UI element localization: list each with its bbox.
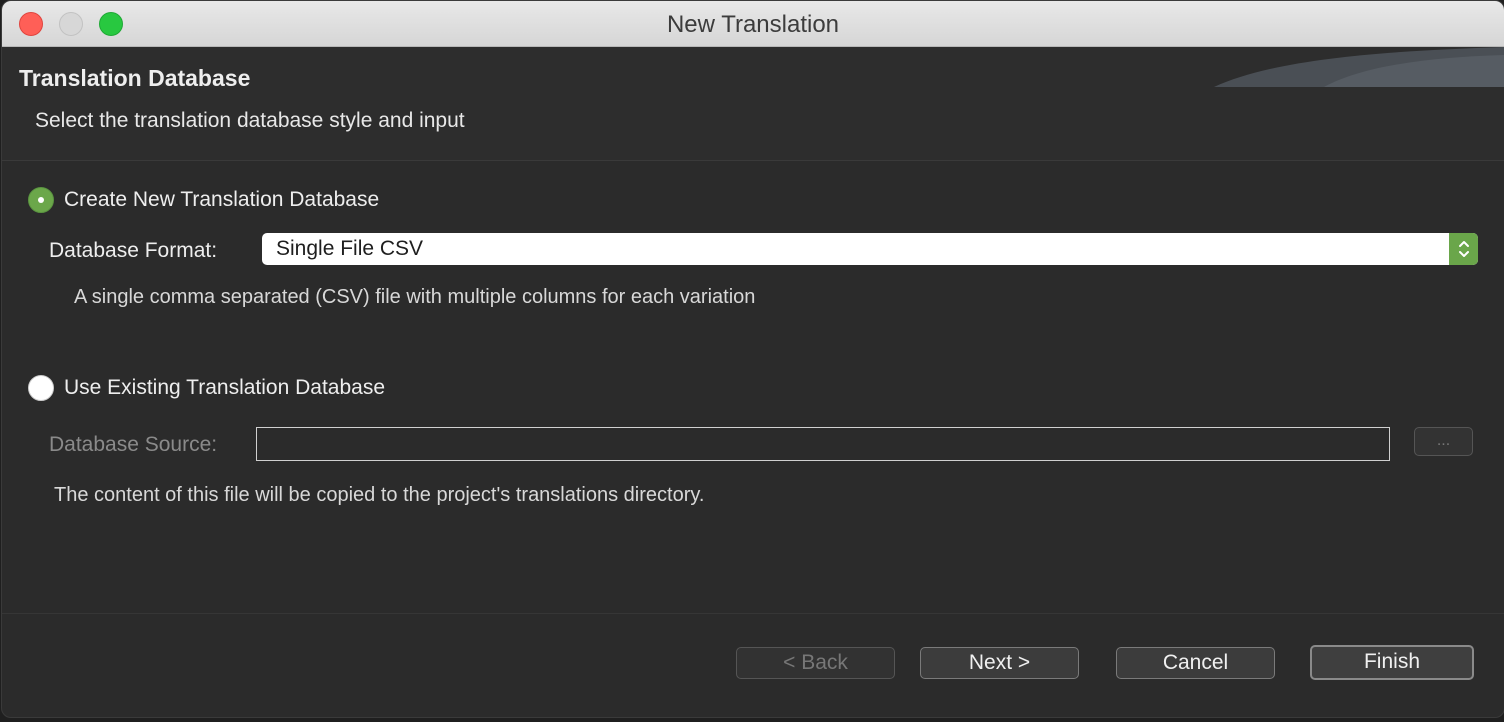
next-button[interactable]: Next > (920, 647, 1079, 679)
page-subtitle: Select the translation database style an… (35, 109, 465, 132)
database-format-select[interactable]: Single File CSV (262, 233, 1478, 265)
database-format-value: Single File CSV (276, 237, 424, 260)
wizard-banner: Translation Database Select the translat… (2, 47, 1504, 161)
cancel-button[interactable]: Cancel (1116, 647, 1275, 679)
create-new-radio[interactable] (28, 187, 54, 213)
use-existing-label[interactable]: Use Existing Translation Database (64, 376, 385, 400)
use-existing-radio[interactable] (28, 375, 54, 401)
browse-button[interactable]: ... (1414, 427, 1473, 456)
updown-chevron-icon[interactable] (1449, 233, 1478, 265)
title-bar: New Translation (2, 1, 1504, 47)
database-source-label: Database Source: (49, 433, 218, 456)
footer-divider (2, 613, 1504, 614)
page-title: Translation Database (19, 65, 251, 91)
banner-swoosh-graphic (1214, 47, 1504, 87)
format-description: A single comma separated (CSV) file with… (74, 286, 756, 308)
finish-button[interactable]: Finish (1310, 645, 1474, 680)
create-new-label[interactable]: Create New Translation Database (64, 188, 379, 212)
copy-note: The content of this file will be copied … (54, 484, 705, 506)
database-source-input[interactable] (256, 427, 1390, 461)
database-format-label: Database Format: (49, 239, 218, 262)
back-button[interactable]: < Back (736, 647, 895, 679)
window-title: New Translation (666, 11, 840, 38)
new-translation-dialog: New Translation Translation Database Sel… (1, 0, 1504, 718)
